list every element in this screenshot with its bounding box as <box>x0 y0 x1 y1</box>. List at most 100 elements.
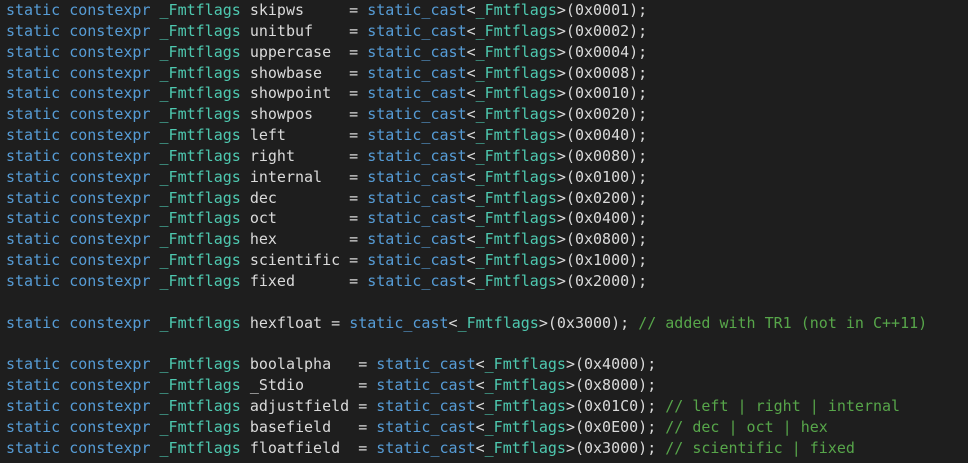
type-token: _Fmtflags <box>159 84 241 103</box>
code-text: < <box>466 167 476 186</box>
keyword-token: static <box>6 355 61 374</box>
type-token: _Fmtflags <box>484 417 566 436</box>
keyword-token: static_cast <box>367 63 467 82</box>
type-token: _Fmtflags <box>159 167 241 186</box>
keyword-token: constexpr <box>69 188 151 207</box>
type-token: _Fmtflags <box>484 397 566 416</box>
code-text: < <box>466 209 476 228</box>
code-line[interactable]: static constexpr _Fmtflags floatfield = … <box>0 438 968 459</box>
type-token: _Fmtflags <box>159 146 241 165</box>
keyword-token: constexpr <box>69 251 151 270</box>
type-token: _Fmtflags <box>475 271 557 290</box>
code-text: floatfield = <box>240 438 377 457</box>
code-text: basefield = <box>240 417 377 436</box>
code-line[interactable]: static constexpr _Fmtflags showpos = sta… <box>0 104 968 125</box>
code-line[interactable]: static constexpr _Fmtflags skipws = stat… <box>0 0 968 21</box>
keyword-token: static <box>6 188 61 207</box>
code-text: skipws = <box>240 1 368 19</box>
keyword-token: static_cast <box>367 251 467 270</box>
code-line[interactable]: static constexpr _Fmtflags adjustfield =… <box>0 396 968 417</box>
code-line[interactable]: static constexpr _Fmtflags _Stdio = stat… <box>0 375 968 396</box>
code-text: < <box>466 188 476 207</box>
type-token: _Fmtflags <box>159 209 241 228</box>
code-text: < <box>466 271 476 290</box>
keyword-token: static_cast <box>349 313 449 332</box>
code-text: >(0x0100); <box>556 167 648 186</box>
code-line[interactable]: static constexpr _Fmtflags scientific = … <box>0 250 968 271</box>
code-line[interactable]: static constexpr _Fmtflags oct = static_… <box>0 208 968 229</box>
type-token: _Fmtflags <box>159 188 241 207</box>
code-line[interactable]: static constexpr _Fmtflags boolalpha = s… <box>0 354 968 375</box>
code-text: < <box>466 146 476 165</box>
keyword-token: static <box>6 271 61 290</box>
code-line[interactable]: static constexpr _Fmtflags right = stati… <box>0 146 968 167</box>
code-text: hexfloat = <box>240 313 350 332</box>
keyword-token: static_cast <box>367 126 467 145</box>
code-line[interactable]: static constexpr _Fmtflags left = static… <box>0 125 968 146</box>
keyword-token: static_cast <box>367 84 467 103</box>
code-text: < <box>448 313 458 332</box>
code-text: >(0x0080); <box>556 146 648 165</box>
code-line[interactable]: static constexpr _Fmtflags hex = static_… <box>0 229 968 250</box>
comment-token: // left | right | internal <box>665 397 901 416</box>
keyword-token: static <box>6 230 61 249</box>
code-text: unitbuf = <box>240 21 368 40</box>
blank-line[interactable] <box>0 292 968 313</box>
comment-token: // dec | oct | hex <box>665 417 828 436</box>
blank-line[interactable] <box>0 334 968 355</box>
code-text: showbase = <box>240 63 368 82</box>
type-token: _Fmtflags <box>484 438 566 457</box>
keyword-token: static <box>6 417 61 436</box>
type-token: _Fmtflags <box>475 105 557 124</box>
keyword-token: static <box>6 1 61 19</box>
type-token: _Fmtflags <box>159 105 241 124</box>
keyword-token: constexpr <box>69 438 151 457</box>
code-line[interactable]: static constexpr _Fmtflags dec = static_… <box>0 188 968 209</box>
code-editor[interactable]: static constexpr _Fmtflags skipws = stat… <box>0 0 968 463</box>
keyword-token: static <box>6 438 61 457</box>
keyword-token: static_cast <box>367 146 467 165</box>
keyword-token: static_cast <box>367 42 467 61</box>
code-text: >(0x0800); <box>556 230 648 249</box>
keyword-token: static <box>6 63 61 82</box>
type-token: _Fmtflags <box>484 355 566 374</box>
comment-token: // scientific | fixed <box>665 438 855 457</box>
keyword-token: static <box>6 146 61 165</box>
keyword-token: constexpr <box>69 397 151 416</box>
type-token: _Fmtflags <box>159 251 241 270</box>
code-line[interactable]: static constexpr _Fmtflags unitbuf = sta… <box>0 21 968 42</box>
code-text: hex = <box>240 230 368 249</box>
type-token: _Fmtflags <box>159 438 241 457</box>
code-text: >(0x0010); <box>556 84 648 103</box>
code-line[interactable]: static constexpr _Fmtflags uppercase = s… <box>0 42 968 63</box>
code-line[interactable]: static constexpr _Fmtflags internal = st… <box>0 167 968 188</box>
code-text: >(0x3000); <box>538 313 639 332</box>
type-token: _Fmtflags <box>475 21 557 40</box>
code-line[interactable]: static constexpr _Fmtflags showbase = st… <box>0 63 968 84</box>
keyword-token: static_cast <box>367 271 467 290</box>
code-text: >(0x0002); <box>556 21 648 40</box>
code-line[interactable]: static constexpr _Fmtflags showpoint = s… <box>0 83 968 104</box>
code-text: >(0x2000); <box>556 271 648 290</box>
code-line[interactable]: static constexpr _Fmtflags basefield = s… <box>0 417 968 438</box>
keyword-token: static <box>6 105 61 124</box>
code-line[interactable]: static constexpr _Fmtflags fixed = stati… <box>0 271 968 292</box>
code-text: >(0x0E00); <box>565 417 666 436</box>
code-line[interactable]: static constexpr _Fmtflags hexfloat = st… <box>0 313 968 334</box>
code-text: _Stdio = <box>240 376 377 395</box>
